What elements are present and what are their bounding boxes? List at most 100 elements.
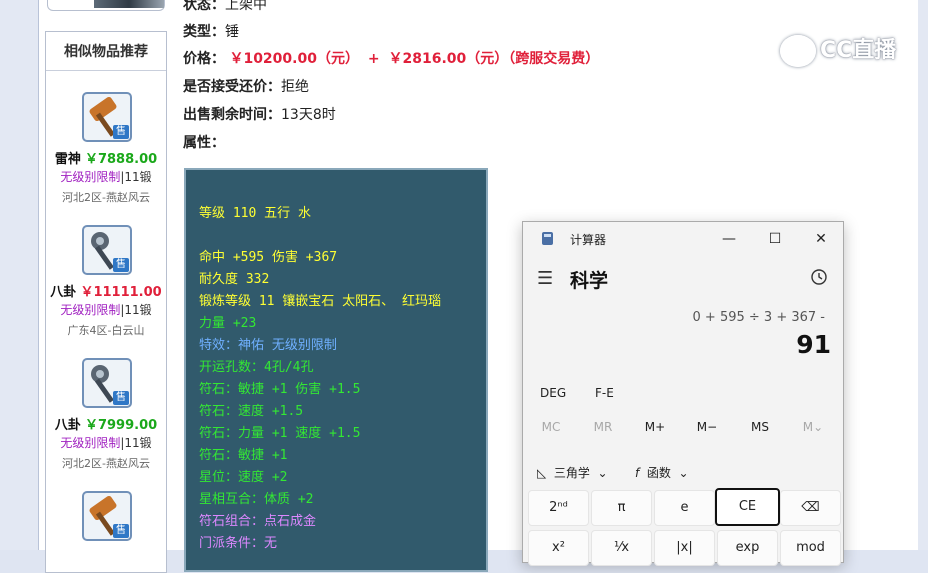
chevron-down-icon: ⌄ [597, 466, 608, 480]
item-server: 河北2区-燕赵风云 [62, 457, 150, 470]
attribute-line: 符石：力量 +1 速度 +1.5 [199, 426, 361, 441]
item-name[interactable]: 雷神 [55, 152, 81, 167]
item-level: |11锻 [120, 170, 152, 184]
square-key[interactable]: x² [528, 530, 589, 566]
hammer-icon[interactable]: 售 [82, 491, 132, 541]
stream-watermark: CC直播 [780, 32, 897, 67]
type-label: 类型： [183, 24, 225, 40]
attribute-line: 特效：神佑 无级别限制 [199, 338, 337, 353]
attribute-line: 门派条件：无 [199, 536, 278, 551]
function-dropdown[interactable]: f 函数 ⌄ [635, 464, 689, 481]
counter-label: 是否接受还价： [183, 79, 281, 95]
sale-tag: 售 [113, 391, 129, 405]
type-row: 类型：锤 [183, 21, 239, 41]
page-left-margin [0, 0, 38, 550]
memory-subtract-button[interactable]: M− [687, 420, 727, 434]
fee-value: ￥2816.00（元）（跨服交易费） [388, 51, 600, 67]
attribute-line: 符石：敏捷 +1 伤害 +1.5 [199, 382, 361, 397]
attributes-label: 属性： [183, 135, 225, 151]
time-value: 13天8时 [281, 107, 336, 123]
counter-offer-row: 是否接受还价：拒绝 [183, 76, 309, 96]
attribute-line: 星位：速度 +2 [199, 470, 288, 485]
calculator-mode-title: 科学 [570, 270, 609, 292]
status-row: 状态：上架中 [183, 0, 267, 14]
time-label: 出售剩余时间： [183, 107, 281, 123]
pi-key[interactable]: π [591, 490, 652, 526]
counter-value: 拒绝 [281, 79, 309, 95]
absolute-value-key[interactable]: |x| [654, 530, 715, 566]
mod-key[interactable]: mod [780, 530, 841, 566]
attributes-panel: 等级 110 五行 水 命中 +595 伤害 +367 耐久度 332 锻炼等级… [184, 168, 488, 572]
second-function-key[interactable]: 2ⁿᵈ [528, 490, 589, 526]
status-value: 上架中 [225, 0, 267, 13]
attribute-line: 等级 110 五行 水 [199, 206, 311, 221]
page-right-margin [918, 0, 928, 550]
similar-items-title: 相似物品推荐 [46, 32, 166, 71]
similar-items-panel: 相似物品推荐 售 雷神 ￥7888.00 无级别限制|11锻 河北2区-燕赵风云… [45, 31, 167, 573]
maximize-button[interactable]: ☐ [755, 226, 795, 252]
hammer-icon[interactable]: 售 [82, 358, 132, 408]
hammer-icon[interactable]: 售 [82, 225, 132, 275]
sale-tag: 售 [113, 258, 129, 272]
attributes-row: 属性： [183, 132, 225, 152]
item-name[interactable]: 八卦 [50, 285, 76, 300]
item-price: ￥7999.00 [84, 418, 158, 433]
memory-recall-button[interactable]: MR [583, 420, 623, 434]
item-thumbnail[interactable] [47, 0, 165, 11]
history-icon[interactable] [809, 268, 829, 288]
function-icon: f [635, 466, 640, 480]
attribute-line: 开运孔数：4孔/4孔 [199, 360, 314, 375]
calculator-app-icon [542, 232, 553, 245]
hamburger-menu-icon[interactable]: ☰ [537, 268, 557, 289]
trig-icon: ◺ [537, 466, 547, 480]
exp-key[interactable]: exp [717, 530, 778, 566]
item-level: |11锻 [120, 303, 152, 317]
item-image [94, 0, 164, 8]
time-row: 出售剩余时间：13天8时 [183, 104, 336, 124]
minimize-button[interactable]: — [709, 226, 749, 252]
hammer-icon[interactable]: 售 [82, 92, 132, 142]
attribute-line: 符石：敏捷 +1 [199, 448, 288, 463]
status-label: 状态： [183, 0, 225, 13]
price-label: 价格： [183, 51, 225, 67]
attribute-line: 符石：速度 +1.5 [199, 404, 304, 419]
memory-add-button[interactable]: M+ [635, 420, 675, 434]
memory-clear-button[interactable]: MC [531, 420, 571, 434]
calculator-expression: 0 + 595 ÷ 3 + 367 - [692, 310, 825, 325]
reciprocal-key[interactable]: ¹⁄x [591, 530, 652, 566]
item-restriction: 无级别限制 [60, 170, 121, 184]
item-restriction: 无级别限制 [60, 436, 121, 450]
item-price: ￥7888.00 [84, 152, 158, 167]
calculator-window: 计算器 — ☐ ✕ ☰ 科学 0 + 595 ÷ 3 + 367 - 91 DE… [522, 221, 844, 566]
backspace-icon[interactable]: ⌫ [780, 490, 841, 526]
item-level: |11锻 [120, 436, 152, 450]
clear-entry-key[interactable]: CE [715, 488, 780, 526]
trig-dropdown[interactable]: ◺ 三角学 ⌄ [537, 464, 608, 481]
cc-logo-icon [780, 35, 816, 67]
price-plus: + [367, 51, 380, 67]
item-server: 河北2区-燕赵风云 [62, 191, 150, 204]
price-value: ￥10200.00（元） [229, 51, 359, 67]
calculator-titlebar[interactable]: 计算器 — ☐ ✕ [523, 222, 843, 254]
attribute-line: 命中 +595 伤害 +367 [199, 250, 338, 265]
watermark-text: CC直播 [820, 38, 897, 63]
fe-button[interactable]: F-E [595, 386, 614, 400]
attribute-line: 锻炼等级 11 镶嵌宝石 太阳石、 红玛瑙 [199, 294, 441, 309]
angle-mode-button[interactable]: DEG [540, 386, 566, 400]
price-row: 价格： ￥10200.00（元） + ￥2816.00（元）（跨服交易费） [183, 48, 599, 68]
trig-label: 三角学 [553, 466, 590, 480]
e-key[interactable]: e [654, 490, 715, 526]
function-label: 函数 [646, 466, 671, 480]
item-name[interactable]: 八卦 [55, 418, 81, 433]
memory-list-button[interactable]: M⌄ [793, 420, 833, 434]
calculator-title: 计算器 [570, 233, 607, 247]
memory-store-button[interactable]: MS [740, 420, 780, 434]
item-server: 广东4区-白云山 [67, 324, 145, 337]
chevron-down-icon: ⌄ [678, 466, 689, 480]
close-button[interactable]: ✕ [801, 226, 841, 252]
attribute-line: 星相互合：体质 +2 [199, 492, 314, 507]
sale-tag: 售 [113, 125, 129, 139]
calculator-result: 91 [796, 330, 831, 359]
item-price: ￥11111.00 [80, 285, 162, 300]
attribute-line: 耐久度 332 [199, 272, 270, 287]
